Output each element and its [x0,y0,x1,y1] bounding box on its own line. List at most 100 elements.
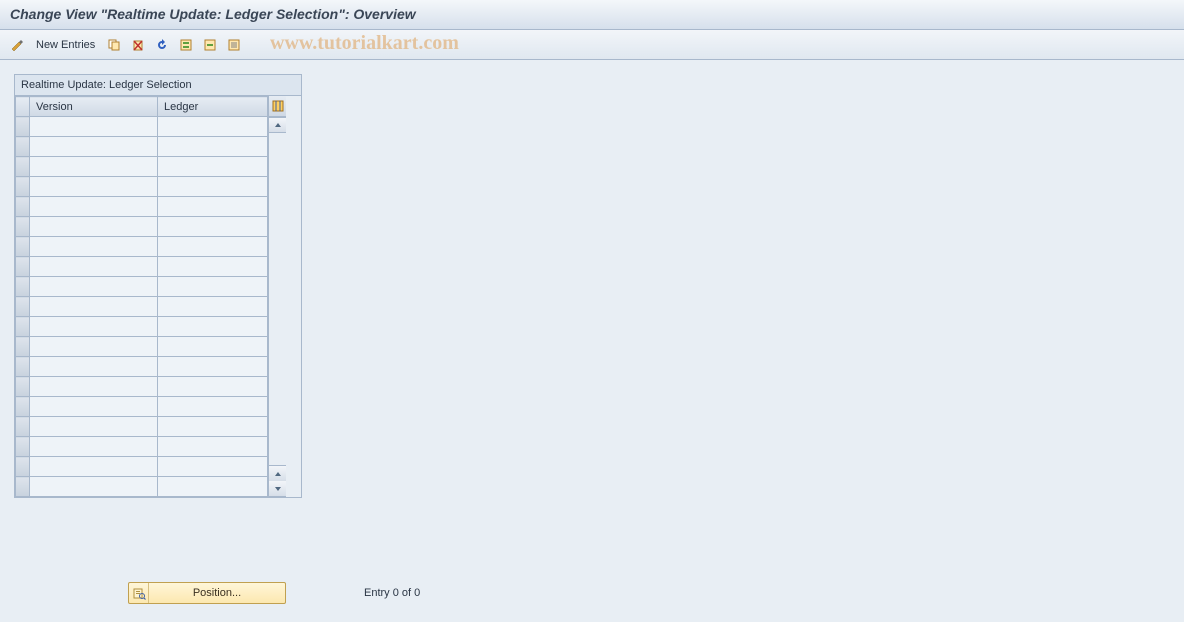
title-bar: Change View "Realtime Update: Ledger Sel… [0,0,1184,30]
table-row[interactable] [16,277,268,297]
table-row[interactable] [16,117,268,137]
cell-ledger[interactable] [158,277,268,297]
cell-version[interactable] [30,157,158,177]
table-row[interactable] [16,137,268,157]
status-row: Position... Entry 0 of 0 [0,582,1184,604]
cell-version[interactable] [30,377,158,397]
delete-icon[interactable] [129,36,147,54]
cell-ledger[interactable] [158,177,268,197]
new-entries-button[interactable]: New Entries [32,37,99,53]
table-row[interactable] [16,257,268,277]
cell-ledger[interactable] [158,397,268,417]
cell-ledger[interactable] [158,137,268,157]
table-row[interactable] [16,317,268,337]
scroll-up2-icon[interactable] [269,465,286,481]
cell-ledger[interactable] [158,377,268,397]
cell-version[interactable] [30,397,158,417]
row-selector[interactable] [16,257,30,277]
cell-version[interactable] [30,417,158,437]
cell-version[interactable] [30,437,158,457]
copy-icon[interactable] [105,36,123,54]
row-selector[interactable] [16,397,30,417]
cell-ledger[interactable] [158,257,268,277]
cell-version[interactable] [30,457,158,477]
row-selector[interactable] [16,377,30,397]
cell-ledger[interactable] [158,457,268,477]
cell-ledger[interactable] [158,357,268,377]
table-row[interactable] [16,357,268,377]
table-row[interactable] [16,437,268,457]
table-row[interactable] [16,417,268,437]
row-selector[interactable] [16,357,30,377]
cell-version[interactable] [30,477,158,497]
row-selector[interactable] [16,157,30,177]
row-selector[interactable] [16,217,30,237]
cell-ledger[interactable] [158,197,268,217]
table-settings-icon[interactable] [269,96,286,117]
column-header-ledger[interactable]: Ledger [158,97,268,117]
cell-version[interactable] [30,117,158,137]
cell-version[interactable] [30,297,158,317]
undo-icon[interactable] [153,36,171,54]
cell-version[interactable] [30,197,158,217]
table-row[interactable] [16,177,268,197]
cell-version[interactable] [30,217,158,237]
table-panel: Realtime Update: Ledger Selection Versio… [14,74,302,498]
cell-ledger[interactable] [158,117,268,137]
row-selector[interactable] [16,457,30,477]
row-selector[interactable] [16,417,30,437]
position-label: Position... [149,587,285,599]
table-row[interactable] [16,477,268,497]
cell-ledger[interactable] [158,237,268,257]
table-row[interactable] [16,337,268,357]
row-selector[interactable] [16,437,30,457]
select-all-icon[interactable] [177,36,195,54]
row-selector[interactable] [16,477,30,497]
row-selector[interactable] [16,237,30,257]
position-button[interactable]: Position... [128,582,286,604]
vertical-scrollbar[interactable] [268,96,286,497]
cell-version[interactable] [30,337,158,357]
row-selector[interactable] [16,177,30,197]
row-selector-header[interactable] [16,97,30,117]
cell-ledger[interactable] [158,217,268,237]
select-block-icon[interactable] [201,36,219,54]
row-selector[interactable] [16,277,30,297]
scroll-down-icon[interactable] [269,481,286,497]
watermark-text: www.tutorialkart.com [270,32,459,55]
cell-version[interactable] [30,357,158,377]
data-grid[interactable]: Version Ledger [15,96,268,497]
cell-ledger[interactable] [158,157,268,177]
cell-ledger[interactable] [158,297,268,317]
cell-version[interactable] [30,237,158,257]
scroll-track[interactable] [269,133,286,465]
cell-ledger[interactable] [158,317,268,337]
row-selector[interactable] [16,197,30,217]
scroll-up-icon[interactable] [269,117,286,133]
cell-ledger[interactable] [158,477,268,497]
table-row[interactable] [16,297,268,317]
table-row[interactable] [16,397,268,417]
table-row[interactable] [16,157,268,177]
cell-version[interactable] [30,277,158,297]
table-row[interactable] [16,237,268,257]
cell-ledger[interactable] [158,417,268,437]
cell-ledger[interactable] [158,437,268,457]
table-row[interactable] [16,377,268,397]
table-row[interactable] [16,217,268,237]
row-selector[interactable] [16,297,30,317]
cell-version[interactable] [30,177,158,197]
cell-version[interactable] [30,317,158,337]
table-row[interactable] [16,457,268,477]
deselect-all-icon[interactable] [225,36,243,54]
row-selector[interactable] [16,117,30,137]
table-row[interactable] [16,197,268,217]
toggle-display-icon[interactable] [8,36,26,54]
row-selector[interactable] [16,317,30,337]
cell-ledger[interactable] [158,337,268,357]
cell-version[interactable] [30,257,158,277]
cell-version[interactable] [30,137,158,157]
row-selector[interactable] [16,337,30,357]
row-selector[interactable] [16,137,30,157]
column-header-version[interactable]: Version [30,97,158,117]
